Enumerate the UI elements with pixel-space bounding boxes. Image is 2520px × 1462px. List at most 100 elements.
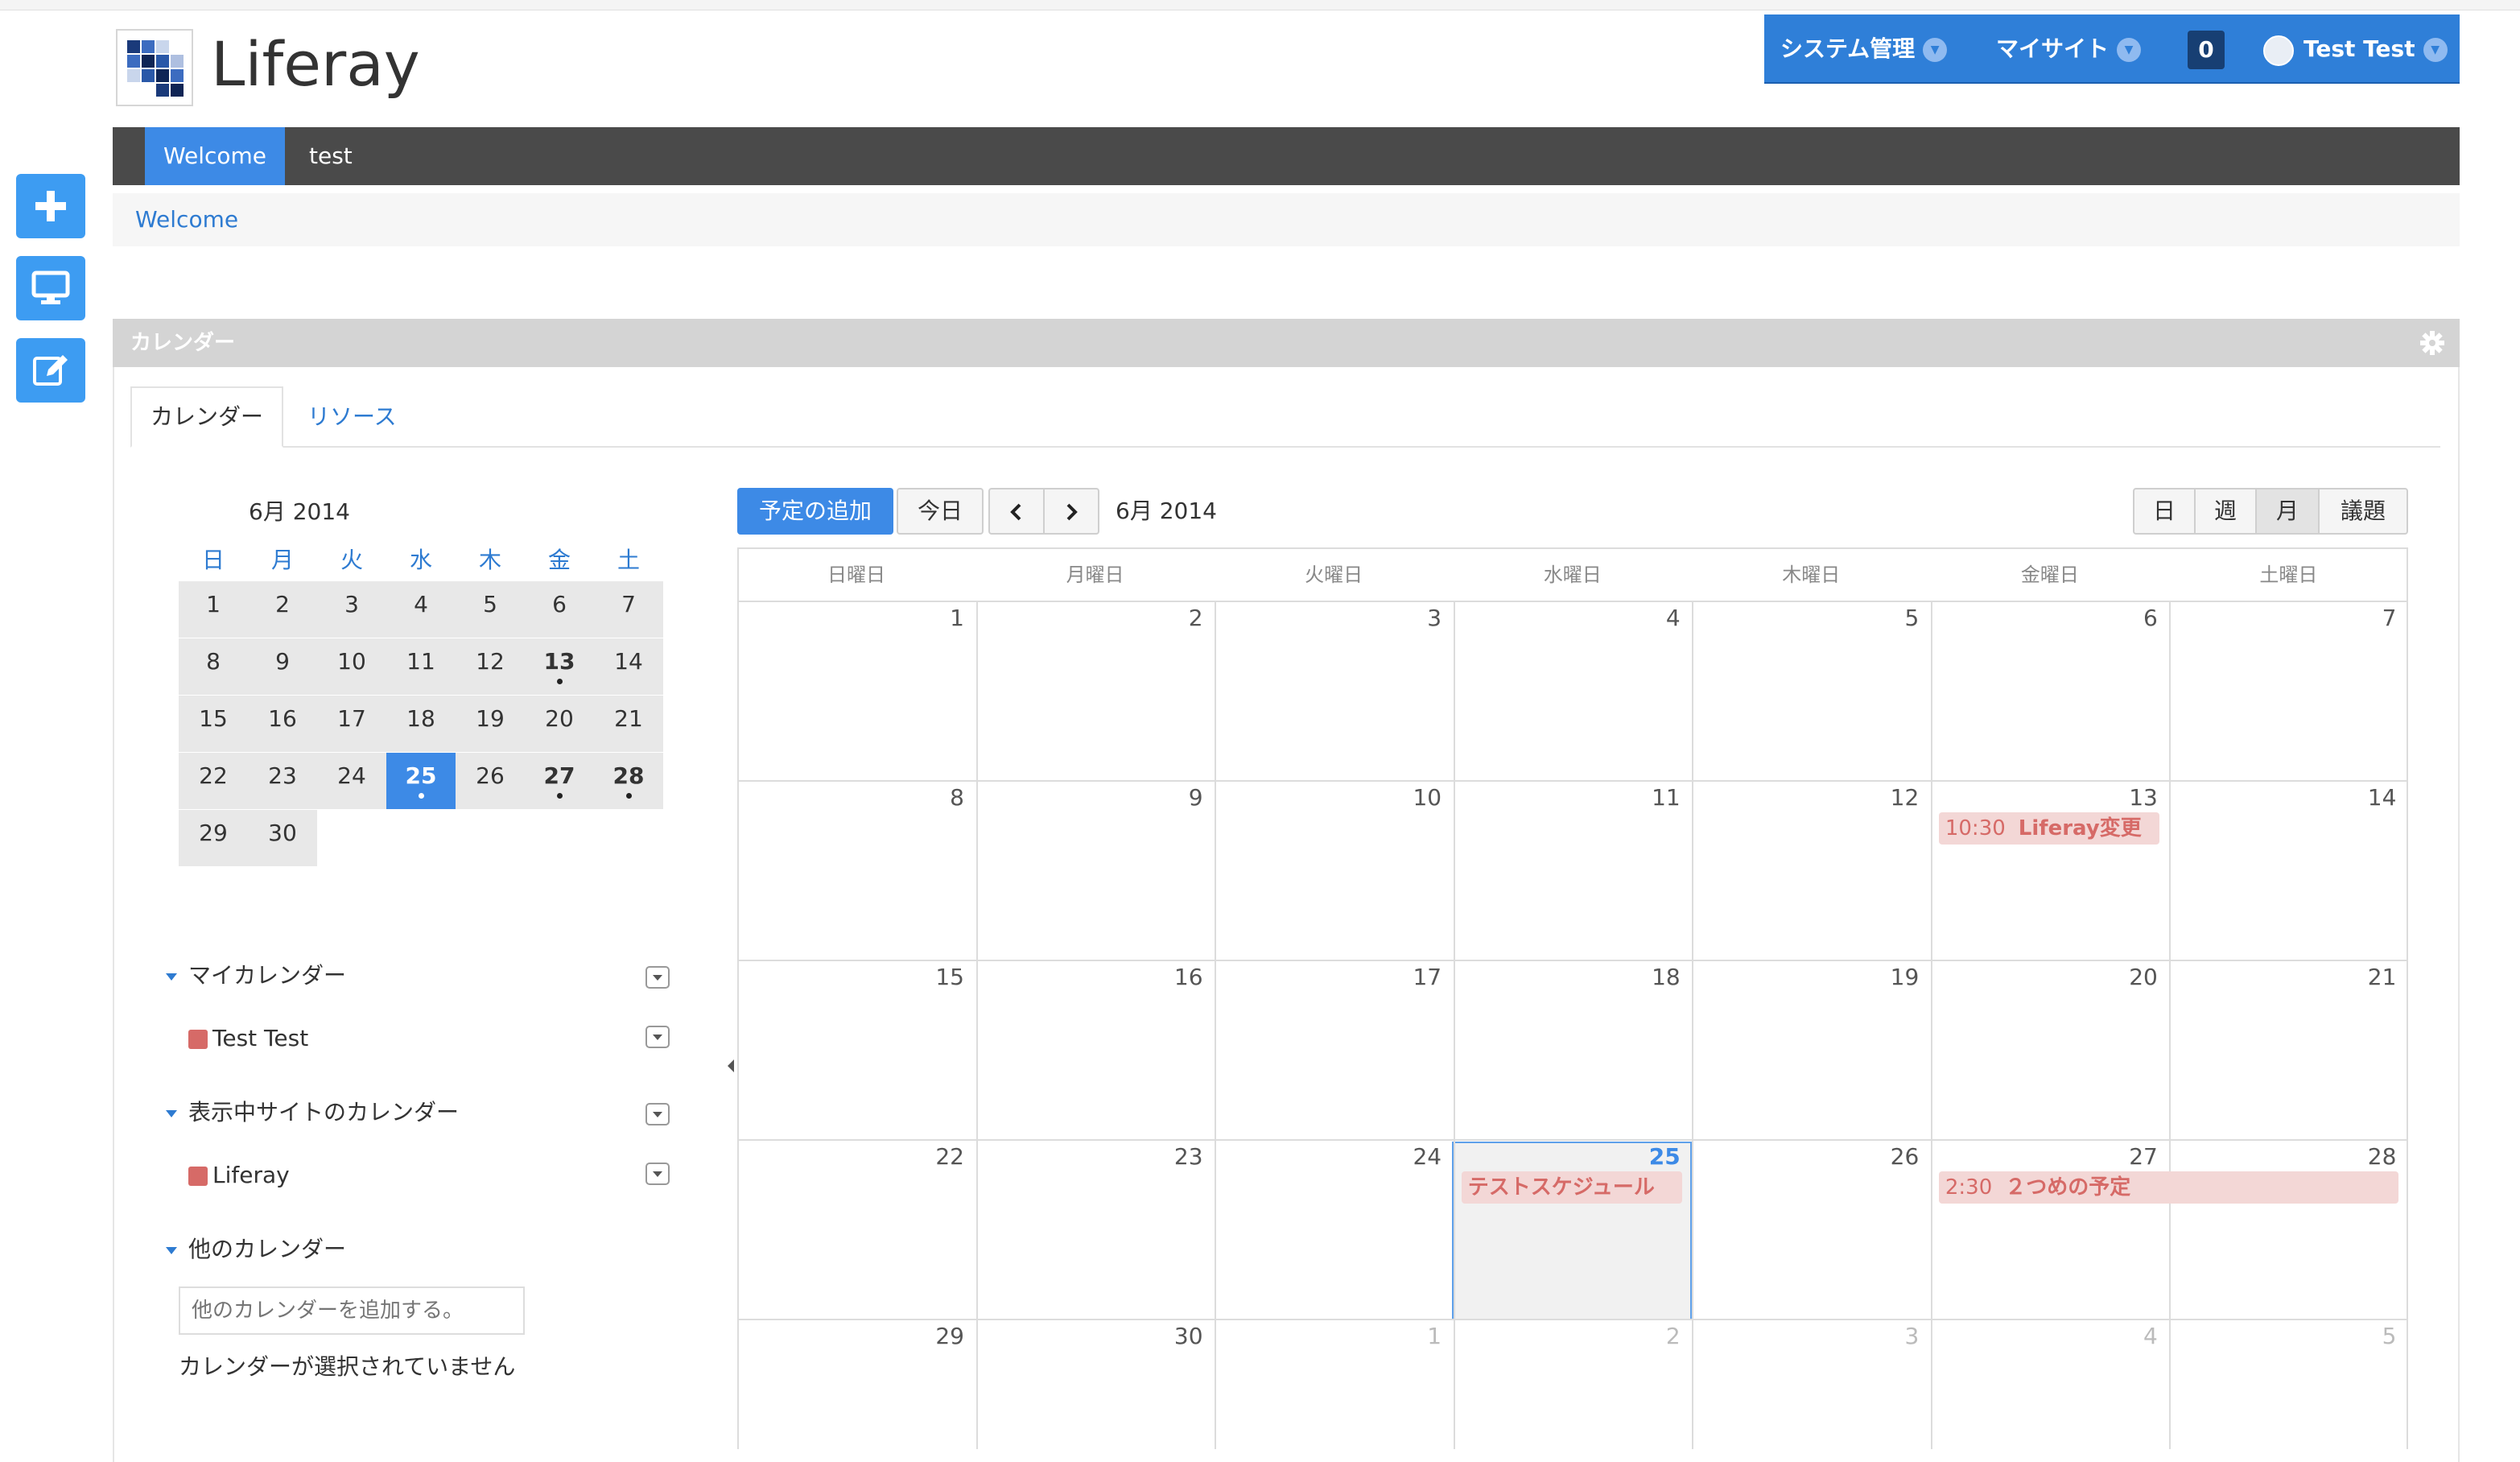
view-week-button[interactable]: 週 [2194,488,2257,535]
mini-calendar-day[interactable]: 10 [317,638,386,695]
next-month-button[interactable] [1043,488,1099,535]
tab-calendar[interactable]: カレンダー [130,386,283,448]
calendar-event[interactable]: 2:30 ２つめの予定 [1938,1171,2398,1204]
mini-calendar-day[interactable]: 30 [248,810,317,866]
month-day-number[interactable]: 7 [2171,602,2397,634]
user-menu[interactable]: Test Test ▼ [2303,14,2448,84]
calendar-item-liferay[interactable]: Liferay [188,1159,290,1191]
month-day-number[interactable]: 10 [1216,782,1441,814]
mini-calendar-day[interactable]: 26 [456,753,525,809]
site-logo[interactable] [116,29,193,106]
mini-calendar-day[interactable]: 12 [456,638,525,695]
month-day-number[interactable]: 15 [739,961,964,993]
previous-month-button[interactable] [988,488,1045,535]
mini-calendar-day[interactable]: 21 [594,696,663,752]
mini-calendar-day[interactable]: 23 [248,753,317,809]
month-day-number[interactable]: 5 [1693,602,1919,634]
admin-menu[interactable]: システム管理 ▼ [1780,14,1948,84]
month-day-number[interactable]: 16 [978,961,1203,993]
month-day-number[interactable]: 23 [978,1141,1203,1173]
month-day-number[interactable]: 25 [1455,1141,1681,1173]
calendar-item-menu-button[interactable] [645,1026,670,1048]
month-day-number[interactable]: 2 [1455,1320,1681,1353]
calendar-item-test-test[interactable]: Test Test [188,1022,308,1055]
month-day-number[interactable]: 28 [2171,1141,2397,1173]
month-day-number[interactable]: 9 [978,782,1203,814]
month-day-number[interactable]: 1 [739,602,964,634]
mini-calendar-day[interactable]: 3 [317,581,386,638]
gear-icon[interactable] [2419,330,2445,356]
mini-calendar-day[interactable]: 24 [317,753,386,809]
calendar-event[interactable]: テストスケジュール [1461,1171,1683,1204]
view-agenda-button[interactable]: 議題 [2318,488,2408,535]
month-day-number[interactable]: 11 [1455,782,1681,814]
mini-calendar-day[interactable]: 27 [525,753,594,809]
collapse-sidebar-handle[interactable] [728,1059,734,1072]
mini-calendar-day[interactable]: 5 [456,581,525,638]
mini-calendar-day[interactable]: 20 [525,696,594,752]
mini-calendar-day[interactable]: 1 [179,581,248,638]
mini-calendar-day[interactable]: 13 [525,638,594,695]
mini-calendar-day[interactable]: 6 [525,581,594,638]
my-calendars-menu-button[interactable] [645,966,670,989]
month-day-number[interactable]: 18 [1455,961,1681,993]
mini-calendar-day[interactable]: 15 [179,696,248,752]
month-day-number[interactable]: 24 [1216,1141,1441,1173]
tab-resources[interactable]: リソース [307,386,397,448]
month-day-number[interactable]: 1 [1216,1320,1441,1353]
month-day-number[interactable]: 4 [1932,1320,2158,1353]
breadcrumb-item-welcome[interactable]: Welcome [135,193,238,246]
mini-calendar-day[interactable]: 18 [386,696,456,752]
preview-button[interactable] [16,256,85,320]
notification-count-badge[interactable]: 0 [2188,31,2225,69]
mini-calendar-day[interactable]: 16 [248,696,317,752]
month-day-number[interactable]: 6 [1932,602,2158,634]
month-day-number[interactable]: 4 [1455,602,1681,634]
month-day-number[interactable]: 14 [2171,782,2397,814]
mini-calendar-day[interactable]: 14 [594,638,663,695]
month-day-number[interactable]: 19 [1693,961,1920,993]
edit-controls-button[interactable] [16,338,85,403]
mini-calendar-day[interactable]: 19 [456,696,525,752]
month-day-number[interactable]: 17 [1216,961,1441,993]
calendar-event[interactable]: 10:30 Liferay変更 [1938,812,2160,845]
site-calendars-menu-button[interactable] [645,1103,670,1125]
mini-calendar-day[interactable]: 7 [594,581,663,638]
other-calendars-header[interactable]: 他のカレンダー [166,1233,346,1266]
add-event-button[interactable]: 予定の追加 [737,488,893,535]
month-day-number[interactable]: 12 [1693,782,1920,814]
view-day-button[interactable]: 日 [2133,488,2196,535]
my-sites-menu[interactable]: マイサイト ▼ [1996,14,2142,84]
mini-calendar-day[interactable]: 22 [179,753,248,809]
mini-calendar-day[interactable]: 2 [248,581,317,638]
avatar[interactable] [2263,35,2294,66]
month-day-number[interactable]: 27 [1932,1141,2158,1173]
view-month-button[interactable]: 月 [2255,488,2320,535]
nav-item-welcome[interactable]: Welcome [145,127,285,185]
month-day-number[interactable]: 29 [739,1320,964,1353]
month-day-number[interactable]: 3 [1693,1320,1919,1353]
mini-calendar-day[interactable]: 29 [179,810,248,866]
month-day-number[interactable]: 21 [2171,961,2397,993]
my-calendars-header[interactable]: マイカレンダー [166,960,346,992]
month-day-number[interactable]: 2 [978,602,1203,634]
site-calendars-header[interactable]: 表示中サイトのカレンダー [166,1096,459,1129]
month-day-number[interactable]: 20 [1932,961,2158,993]
mini-calendar-day[interactable]: 11 [386,638,456,695]
calendar-item-menu-button[interactable] [645,1163,670,1185]
site-name[interactable]: Liferay [211,24,420,105]
nav-item-test[interactable]: test [309,127,353,185]
mini-calendar-day[interactable]: 4 [386,581,456,638]
mini-calendar-day[interactable]: 8 [179,638,248,695]
other-calendar-search-input[interactable] [179,1286,525,1335]
mini-calendar-day[interactable]: 17 [317,696,386,752]
mini-calendar-day[interactable]: 25 [386,753,456,809]
month-day-number[interactable]: 8 [739,782,964,814]
month-day-number[interactable]: 13 [1932,782,2158,814]
month-day-number[interactable]: 5 [2171,1320,2397,1353]
month-day-number[interactable]: 30 [978,1320,1203,1353]
add-button[interactable] [16,174,85,238]
month-day-number[interactable]: 3 [1216,602,1441,634]
mini-calendar-day[interactable]: 9 [248,638,317,695]
month-day-number[interactable]: 26 [1693,1141,1920,1173]
